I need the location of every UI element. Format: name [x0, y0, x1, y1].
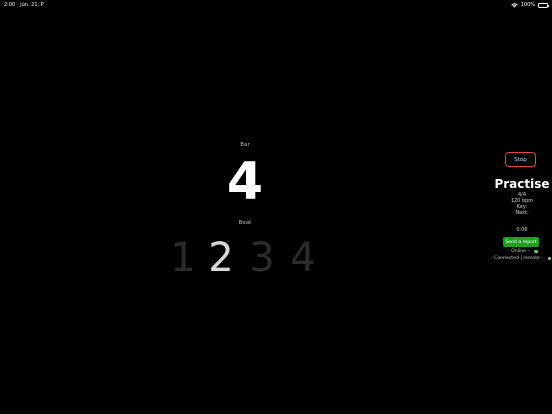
elapsed-time: 0:06: [516, 227, 528, 233]
battery-percent: 100%: [520, 2, 535, 8]
bar-label: Bar: [240, 142, 250, 148]
online-dot-icon: [534, 249, 538, 254]
online-label: - Online -: [508, 249, 530, 254]
beat-4: 4: [290, 235, 316, 281]
remote-dot-icon: [547, 256, 552, 261]
next-label: Next:: [515, 210, 529, 216]
beat-1: 1: [170, 235, 196, 281]
stop-button[interactable]: Stop: [505, 152, 536, 167]
status-time: 2:00: [4, 2, 16, 8]
beat-2: 2: [208, 235, 234, 281]
online-status: - Online -: [508, 249, 538, 254]
battery-icon: [538, 2, 549, 8]
wifi-icon: [511, 2, 518, 8]
beat-indicator: 1 2 3 4: [163, 236, 327, 280]
remote-status: - Connected | remote -: [491, 256, 552, 261]
bar-number: 4: [226, 152, 264, 212]
status-date: jún. 21. P: [20, 2, 44, 8]
beat-3: 3: [249, 235, 275, 281]
status-bar-left: 2:00 jún. 21. P: [4, 2, 44, 8]
remote-label: - Connected | remote -: [491, 256, 543, 261]
status-bar: 2:00 jún. 21. P 100%: [0, 0, 552, 10]
status-bar-right: 100%: [511, 2, 549, 8]
send-report-button[interactable]: Send a report: [503, 237, 539, 247]
beat-label: Beat: [238, 220, 252, 226]
song-title: Practise: [494, 177, 550, 191]
